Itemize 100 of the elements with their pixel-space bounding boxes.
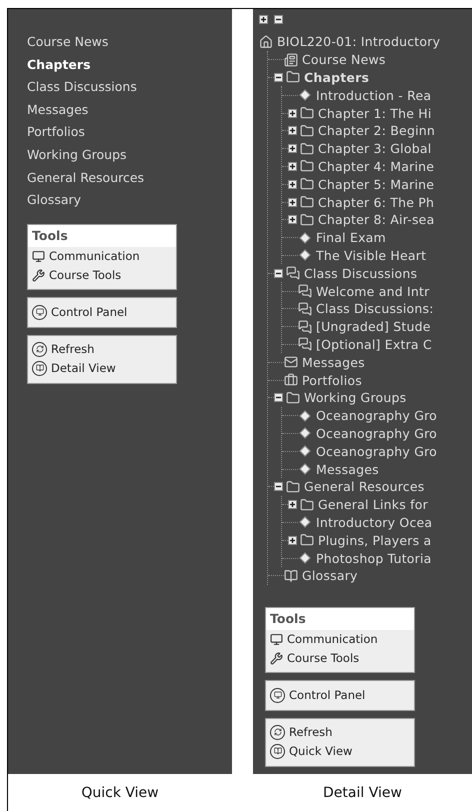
expand-all-icon[interactable] [259, 15, 268, 24]
folder-icon [300, 533, 314, 548]
tree-item[interactable]: Final Exam [316, 230, 386, 246]
collapse-icon[interactable] [274, 268, 283, 278]
tools-title: Tools [28, 224, 176, 247]
folder-icon [286, 390, 300, 405]
folder-icon [300, 142, 314, 156]
expand-icon[interactable] [288, 144, 297, 154]
tree-item[interactable]: Chapters [304, 70, 370, 85]
monitor-icon [32, 250, 45, 263]
tree-item[interactable]: Welcome and Intr [316, 284, 430, 299]
expand-icon[interactable] [288, 215, 297, 224]
wrench-icon [270, 652, 283, 665]
expand-icon[interactable] [288, 162, 297, 171]
tree-item[interactable]: [Optional] Extra C [316, 336, 432, 352]
folder-icon [300, 212, 314, 227]
tree-item[interactable]: Introduction - Rea [316, 88, 432, 103]
tree-item[interactable]: Chapter 2: Beginn [318, 123, 436, 138]
tree-item[interactable]: Working Groups [304, 390, 406, 406]
monitor-icon [270, 688, 285, 703]
refresh-icon [270, 724, 285, 740]
collapse-icon[interactable] [274, 482, 283, 492]
folder-icon [286, 480, 300, 494]
tree-item[interactable]: Oceanography Gro [316, 444, 437, 459]
expand-icon[interactable] [288, 126, 297, 136]
tree-item[interactable]: [Ungraded] Stude [316, 319, 431, 334]
briefcase-icon [284, 373, 298, 388]
expand-icon[interactable] [288, 180, 297, 189]
tree-item[interactable]: Course News [302, 52, 386, 68]
monitor-icon [270, 632, 283, 646]
tools-title: Tools [266, 608, 414, 630]
nav-item[interactable]: General Resources [27, 166, 232, 190]
collapse-all-icon[interactable] [274, 15, 283, 24]
action-link[interactable]: Refresh [28, 340, 176, 359]
book-icon [284, 568, 298, 583]
tree-item[interactable]: Chapter 5: Marine [318, 176, 434, 192]
nav-item[interactable]: Portfolios [27, 121, 232, 144]
folder-icon [300, 106, 314, 120]
expand-icon[interactable] [288, 536, 297, 545]
expand-icon[interactable] [288, 500, 297, 510]
tree-item[interactable]: Class Discussions [304, 266, 418, 281]
chat-icon [298, 302, 312, 316]
tree-item[interactable]: Photoshop Tutoria [316, 550, 432, 566]
chat-icon [298, 320, 312, 334]
folder-icon [300, 177, 314, 192]
nav-item[interactable]: Course News [27, 31, 232, 54]
folder-icon [286, 70, 300, 84]
control-panel-link[interactable]: Control Panel [28, 302, 176, 322]
tree-item[interactable]: Glossary [302, 568, 358, 584]
tree-item[interactable]: BIOL220-01: Introductory [277, 34, 440, 50]
tree-item[interactable]: Oceanography Gro [316, 408, 437, 424]
chat-icon [298, 284, 312, 298]
tool-link[interactable]: Communication [266, 630, 414, 649]
nav-item[interactable]: Glossary [27, 189, 232, 212]
collapse-icon[interactable] [274, 393, 283, 402]
caption: Detail View [322, 784, 403, 802]
collapse-icon[interactable] [274, 72, 283, 82]
tree-item[interactable]: Messages [316, 462, 379, 477]
chat-icon [298, 337, 312, 352]
tool-link[interactable]: Course Tools [266, 648, 414, 668]
nav-item[interactable]: Working Groups [27, 144, 232, 167]
book-icon [270, 744, 285, 759]
tree-item[interactable]: Class Discussions: [316, 301, 434, 316]
tree-item[interactable]: Chapter 1: The Hi [318, 106, 432, 121]
folder-icon [300, 195, 314, 210]
folder-icon [300, 498, 314, 512]
mail-icon [284, 355, 298, 370]
tree-item[interactable]: Oceanography Gro [316, 426, 437, 441]
action-link[interactable]: Detail View [28, 358, 176, 378]
nav-item[interactable]: Chapters [27, 54, 232, 76]
nav-item[interactable]: Class Discussions [27, 76, 232, 99]
monitor-icon [32, 304, 47, 320]
newspaper-icon [284, 52, 298, 67]
tree-item[interactable]: Chapter 8: Air-sea [318, 212, 434, 228]
expand-icon[interactable] [288, 198, 297, 207]
chat-icon [286, 266, 300, 280]
book-icon [32, 360, 47, 376]
tree-item[interactable]: Introductory Ocea [316, 514, 432, 530]
tree-item[interactable]: Portfolios [302, 372, 362, 388]
tree-item[interactable]: General Links for [318, 497, 428, 512]
home-icon [259, 34, 273, 49]
folder-icon [300, 124, 314, 138]
tree-item[interactable]: Chapter 4: Marine [318, 158, 434, 174]
tree-item[interactable]: General Resources [304, 479, 424, 494]
caption: Quick View [80, 784, 160, 802]
tool-link[interactable]: Course Tools [28, 266, 176, 285]
expand-icon[interactable] [288, 108, 297, 118]
tree-item[interactable]: Chapter 6: The Ph [318, 194, 434, 210]
refresh-icon [32, 342, 47, 357]
tree-item[interactable]: Messages [302, 354, 365, 370]
tree-item[interactable]: The Visible Heart [316, 248, 426, 263]
control-panel-link[interactable]: Control Panel [266, 686, 414, 705]
nav-item[interactable]: Messages [27, 98, 232, 122]
tree-item[interactable]: Chapter 3: Global [318, 141, 432, 156]
folder-icon [300, 159, 314, 174]
action-link[interactable]: Quick View [266, 742, 414, 761]
tool-link[interactable]: Communication [28, 246, 176, 266]
tree-item[interactable]: Plugins, Players a [318, 532, 432, 548]
action-link[interactable]: Refresh [266, 722, 414, 742]
wrench-icon [32, 268, 45, 282]
